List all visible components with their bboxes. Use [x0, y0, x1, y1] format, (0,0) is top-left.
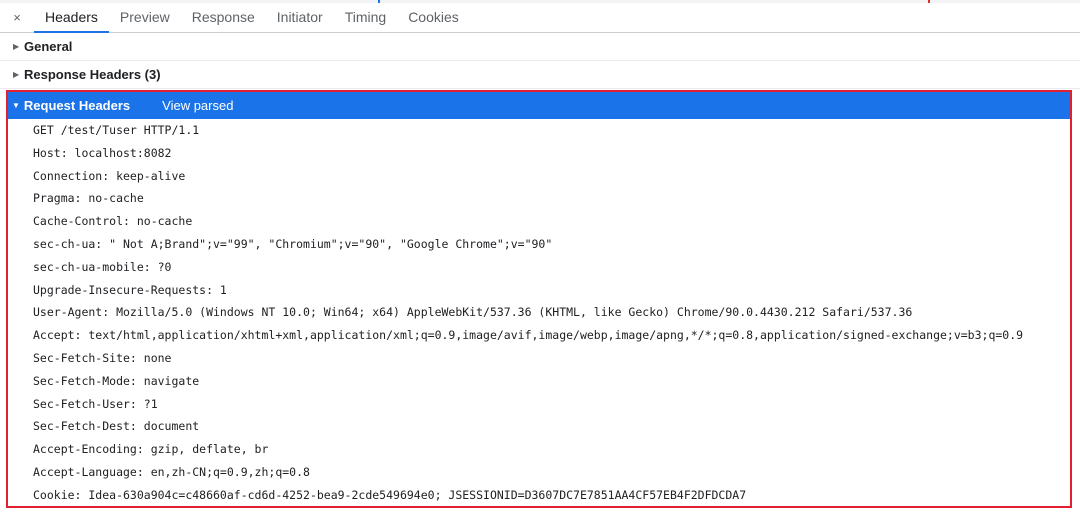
request-header-line: Accept-Language: en,zh-CN;q=0.9,zh;q=0.8: [33, 464, 310, 479]
request-header-line: sec-ch-ua-mobile: ?0: [33, 259, 172, 274]
request-header-line: Accept: text/html,application/xhtml+xml,…: [33, 328, 1024, 343]
request-header-line: Cookie: Idea-630a904c=c48660af-cd6d-4252…: [33, 487, 747, 502]
response-headers-section-title: Response Headers (3): [24, 67, 161, 82]
close-icon[interactable]: ×: [0, 10, 34, 25]
request-header-line: Connection: keep-alive: [33, 168, 186, 183]
request-header-line: Cache-Control: no-cache: [33, 214, 193, 229]
view-parsed-link[interactable]: View parsed: [162, 98, 233, 113]
expand-triangle-icon: ▶: [13, 42, 20, 51]
tab-response[interactable]: Response: [181, 3, 266, 33]
request-header-line: Accept-Encoding: gzip, deflate, br: [33, 442, 269, 457]
tab-preview[interactable]: Preview: [109, 3, 181, 33]
request-header-line: Sec-Fetch-Site: none: [33, 350, 172, 365]
tab-initiator[interactable]: Initiator: [266, 3, 334, 33]
request-header-line: Sec-Fetch-User: ?1: [33, 396, 158, 411]
tab-bar: × Headers Preview Response Initiator Tim…: [0, 3, 1080, 33]
request-header-line: GET /test/Tuser HTTP/1.1: [33, 123, 200, 137]
tab-cookies[interactable]: Cookies: [397, 3, 470, 33]
request-header-line: Host: localhost:8082: [33, 145, 172, 160]
expand-triangle-icon: ▶: [13, 70, 20, 79]
tab-timing[interactable]: Timing: [334, 3, 398, 33]
general-section-title: General: [24, 39, 73, 54]
request-header-line: User-Agent: Mozilla/5.0 (Windows NT 10.0…: [33, 305, 913, 320]
tab-headers[interactable]: Headers: [34, 3, 109, 33]
request-header-line: Pragma: no-cache: [33, 191, 144, 206]
request-headers-list: GET /test/Tuser HTTP/1.1 Host: localhost…: [33, 119, 1073, 507]
collapse-triangle-icon: ▼: [12, 100, 20, 110]
request-header-line: sec-ch-ua: " Not A;Brand";v="99", "Chrom…: [33, 236, 553, 251]
response-headers-section-header[interactable]: ▶ Response Headers (3): [0, 61, 1080, 89]
general-section-header[interactable]: ▶ General: [0, 33, 1080, 61]
request-header-line: Sec-Fetch-Dest: document: [33, 419, 200, 434]
request-headers-section-header[interactable]: ▼ Request Headers View parsed: [7, 91, 1070, 119]
request-headers-section-title: Request Headers: [23, 97, 131, 113]
request-header-line: Sec-Fetch-Mode: navigate: [33, 373, 200, 388]
request-header-line: Upgrade-Insecure-Requests: 1: [33, 282, 227, 297]
